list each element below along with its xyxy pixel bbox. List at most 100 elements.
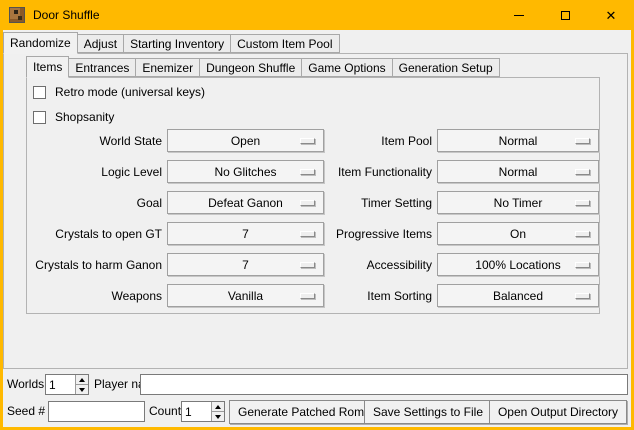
accessibility-value: 100% Locations <box>475 258 560 272</box>
accessibility-label: Accessibility <box>329 253 432 276</box>
goal-label: Goal <box>27 191 162 214</box>
crystals-harm-ganon-dropdown[interactable]: 7 <box>167 253 324 276</box>
count-label: Count <box>149 401 181 422</box>
dropdown-indicator-icon <box>300 138 315 144</box>
logic-level-value: No Glitches <box>214 165 276 179</box>
door-icon <box>9 7 25 23</box>
worlds-label: Worlds <box>7 374 44 395</box>
count-spin-down-button[interactable] <box>212 411 224 421</box>
inner-tab-bar: Items Entrances Enemizer Dungeon Shuffle… <box>26 55 499 78</box>
dropdown-indicator-icon <box>300 169 315 175</box>
tab-items[interactable]: Items <box>26 56 69 78</box>
item-pool-value: Normal <box>499 134 538 148</box>
tab-starting-inventory[interactable]: Starting Inventory <box>123 34 231 53</box>
progressive-items-dropdown[interactable]: On <box>437 222 599 245</box>
crystals-open-gt-label: Crystals to open GT <box>27 222 162 245</box>
arrow-down-icon <box>215 415 221 419</box>
generate-patched-rom-button[interactable]: Generate Patched Rom <box>229 400 373 424</box>
goal-value: Defeat Ganon <box>208 196 283 210</box>
count-spin-buttons <box>211 402 224 421</box>
titlebar: Door Shuffle ✕ <box>0 0 634 30</box>
worlds-spin-down-button[interactable] <box>76 384 88 394</box>
timer-setting-value: No Timer <box>494 196 543 210</box>
shopsanity-row: Shopsanity <box>33 109 114 125</box>
seed-input[interactable] <box>48 401 145 422</box>
item-functionality-value: Normal <box>499 165 538 179</box>
maximize-icon <box>561 11 570 20</box>
logic-level-label: Logic Level <box>27 160 162 183</box>
item-functionality-dropdown[interactable]: Normal <box>437 160 599 183</box>
tab-entrances[interactable]: Entrances <box>68 58 136 77</box>
dropdown-indicator-icon <box>300 231 315 237</box>
weapons-dropdown[interactable]: Vanilla <box>167 284 324 307</box>
arrow-up-icon <box>215 405 221 409</box>
logic-level-dropdown[interactable]: No Glitches <box>167 160 324 183</box>
item-functionality-label: Item Functionality <box>329 160 432 183</box>
window-content: Randomize Adjust Starting Inventory Cust… <box>3 30 631 427</box>
window-title: Door Shuffle <box>33 8 100 22</box>
arrow-up-icon <box>79 378 85 382</box>
retro-mode-label: Retro mode (universal keys) <box>55 85 205 99</box>
seed-label: Seed # <box>7 401 45 422</box>
item-pool-label: Item Pool <box>329 129 432 152</box>
minimize-button[interactable] <box>496 0 542 30</box>
door-shuffle-window: Door Shuffle ✕ Randomize Adjust Starting… <box>0 0 634 430</box>
world-state-value: Open <box>231 134 260 148</box>
crystals-open-gt-value: 7 <box>242 227 249 241</box>
dropdown-indicator-icon <box>575 231 590 237</box>
crystals-open-gt-dropdown[interactable]: 7 <box>167 222 324 245</box>
world-state-dropdown[interactable]: Open <box>167 129 324 152</box>
count-spinbox[interactable] <box>181 401 225 422</box>
timer-setting-dropdown[interactable]: No Timer <box>437 191 599 214</box>
tab-enemizer[interactable]: Enemizer <box>135 58 200 77</box>
retro-mode-checkbox[interactable] <box>33 86 46 99</box>
outer-tab-bar: Randomize Adjust Starting Inventory Cust… <box>3 32 339 54</box>
item-sorting-dropdown[interactable]: Balanced <box>437 284 599 307</box>
progressive-items-value: On <box>510 227 526 241</box>
shopsanity-checkbox[interactable] <box>33 111 46 124</box>
world-state-label: World State <box>27 129 162 152</box>
crystals-harm-ganon-label: Crystals to harm Ganon <box>27 253 162 276</box>
tab-randomize[interactable]: Randomize <box>3 32 78 54</box>
minimize-icon <box>514 15 524 16</box>
tab-generation-setup[interactable]: Generation Setup <box>392 58 500 77</box>
items-panel: Retro mode (universal keys) Shopsanity W… <box>26 77 600 314</box>
timer-setting-label: Timer Setting <box>329 191 432 214</box>
dropdown-indicator-icon <box>300 200 315 206</box>
crystals-harm-ganon-value: 7 <box>242 258 249 272</box>
dropdown-indicator-icon <box>575 138 590 144</box>
count-spin-up-button[interactable] <box>212 402 224 411</box>
close-icon: ✕ <box>606 9 617 22</box>
close-button[interactable]: ✕ <box>588 0 634 30</box>
open-output-directory-button[interactable]: Open Output Directory <box>489 400 627 424</box>
worlds-input[interactable] <box>46 375 75 394</box>
worlds-spinbox[interactable] <box>45 374 89 395</box>
goal-dropdown[interactable]: Defeat Ganon <box>167 191 324 214</box>
randomize-panel: Items Entrances Enemizer Dungeon Shuffle… <box>3 53 628 369</box>
item-sorting-value: Balanced <box>493 289 543 303</box>
worlds-spin-up-button[interactable] <box>76 375 88 384</box>
player-names-input[interactable] <box>140 374 628 395</box>
progressive-items-label: Progressive Items <box>329 222 432 245</box>
tab-custom-item-pool[interactable]: Custom Item Pool <box>230 34 339 53</box>
item-pool-dropdown[interactable]: Normal <box>437 129 599 152</box>
accessibility-dropdown[interactable]: 100% Locations <box>437 253 599 276</box>
window-controls: ✕ <box>496 0 634 30</box>
tab-dungeon-shuffle[interactable]: Dungeon Shuffle <box>199 58 302 77</box>
dropdown-indicator-icon <box>300 262 315 268</box>
count-input[interactable] <box>182 402 211 421</box>
arrow-down-icon <box>79 388 85 392</box>
save-settings-button[interactable]: Save Settings to File <box>364 400 492 424</box>
dropdown-indicator-icon <box>300 293 315 299</box>
maximize-button[interactable] <box>542 0 588 30</box>
tab-game-options[interactable]: Game Options <box>301 58 392 77</box>
dropdown-indicator-icon <box>575 293 590 299</box>
weapons-value: Vanilla <box>228 289 263 303</box>
item-sorting-label: Item Sorting <box>329 284 432 307</box>
tab-adjust[interactable]: Adjust <box>77 34 124 53</box>
options-grid: World State Open Item Pool Normal Logic … <box>27 129 599 307</box>
dropdown-indicator-icon <box>575 262 590 268</box>
worlds-spin-buttons <box>75 375 88 394</box>
retro-mode-row: Retro mode (universal keys) <box>33 84 205 100</box>
weapons-label: Weapons <box>27 284 162 307</box>
